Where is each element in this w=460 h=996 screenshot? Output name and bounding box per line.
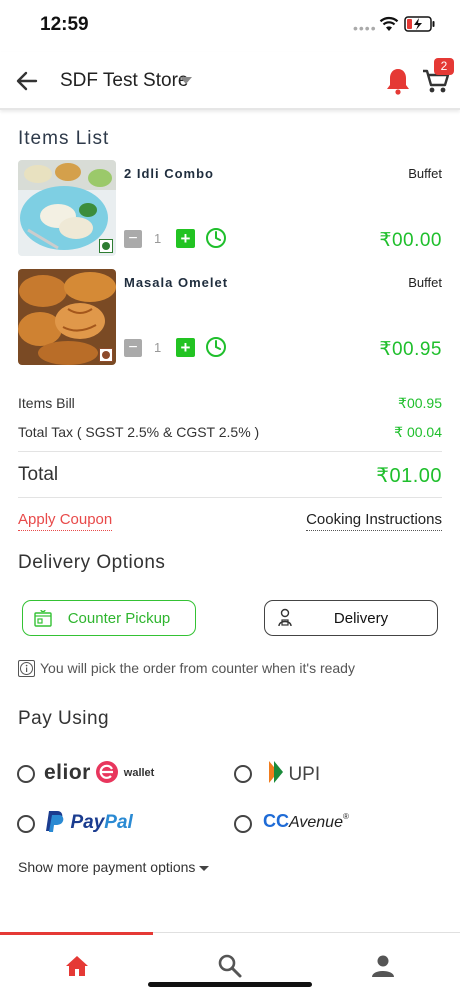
elior-e-icon xyxy=(96,761,119,783)
bell-icon[interactable] xyxy=(385,67,411,95)
upi-logo[interactable]: UPI xyxy=(266,760,320,786)
items-bill-value: ₹00.95 xyxy=(398,395,442,411)
info-icon xyxy=(18,660,35,677)
elior-brand-text: elior xyxy=(44,761,91,784)
counter-pickup-button[interactable]: Counter Pickup xyxy=(22,600,196,636)
status-time: 12:59 xyxy=(40,14,89,35)
total-row: Total ₹01.00 xyxy=(18,464,442,487)
ccavenue-avenue-text: Avenue xyxy=(289,814,343,831)
battery-icon xyxy=(404,16,435,32)
elior-wallet-logo[interactable]: elior wallet xyxy=(44,760,154,785)
tax-label: Total Tax ( SGST 2.5% & CGST 2.5% ) xyxy=(18,424,260,440)
delivery-person-icon xyxy=(278,608,292,627)
total-label: Total xyxy=(18,464,59,485)
item-name: 2 Idli Combo xyxy=(124,166,214,181)
item-tag: Buffet xyxy=(408,166,442,181)
quantity-increase-button[interactable]: + xyxy=(176,338,195,357)
item-price: ₹00.00 xyxy=(379,230,442,251)
app-header: SDF Test Store 2 xyxy=(0,52,460,110)
back-arrow-icon[interactable] xyxy=(14,68,40,94)
store-selector[interactable]: SDF Test Store xyxy=(60,70,188,92)
upi-radio[interactable] xyxy=(234,765,252,783)
paypal-pal-text: Pal xyxy=(104,812,133,833)
cooking-instructions-link[interactable]: Cooking Instructions xyxy=(306,511,442,531)
ccavenue-logo[interactable]: CCAvenue® xyxy=(263,811,349,832)
chevron-down-icon[interactable] xyxy=(180,77,192,84)
apply-coupon-link[interactable]: Apply Coupon xyxy=(18,511,113,531)
divider xyxy=(18,497,442,498)
show-more-payment-options[interactable]: Show more payment options xyxy=(18,859,210,875)
paypal-p-icon xyxy=(46,811,64,832)
clock-icon[interactable] xyxy=(205,336,227,358)
pickup-note: You will pick the order from counter whe… xyxy=(40,660,355,676)
caret-down-icon xyxy=(199,865,210,871)
upi-arrow-icon xyxy=(269,761,283,783)
elior-wallet-radio[interactable] xyxy=(17,765,35,783)
home-icon[interactable] xyxy=(64,953,90,979)
show-more-label: Show more payment options xyxy=(18,859,196,875)
quantity-value: 1 xyxy=(154,231,162,246)
clock-icon[interactable] xyxy=(205,227,227,249)
paypal-pay-text: Pay xyxy=(70,812,105,833)
item-tag: Buffet xyxy=(408,275,442,290)
active-tab-indicator xyxy=(0,932,153,935)
item-image xyxy=(18,160,116,256)
profile-icon[interactable] xyxy=(370,953,396,979)
registered-mark-icon: ® xyxy=(342,812,349,821)
elior-wallet-text: wallet xyxy=(123,767,155,779)
list-item: Masala Omelet Buffet − 1 + ₹00.95 xyxy=(18,269,442,369)
quantity-value: 1 xyxy=(154,340,162,355)
store-icon xyxy=(34,609,52,627)
divider xyxy=(18,451,442,452)
tax-row: Total Tax ( SGST 2.5% & CGST 2.5% ) ₹ 00… xyxy=(18,424,442,440)
ccavenue-radio[interactable] xyxy=(234,815,252,833)
signal-dots-icon: •••• xyxy=(353,20,377,36)
item-image xyxy=(18,269,116,365)
item-price: ₹00.95 xyxy=(379,339,442,360)
pay-using-title: Pay Using xyxy=(18,708,110,729)
quantity-decrease-button[interactable]: − xyxy=(124,339,142,357)
home-indicator xyxy=(148,982,312,987)
list-item: 2 Idli Combo Buffet − 1 + ₹00.00 xyxy=(18,160,442,260)
items-list-title: Items List xyxy=(18,128,110,149)
item-name: Masala Omelet xyxy=(124,275,229,290)
items-bill-row: Items Bill ₹00.95 xyxy=(18,395,442,411)
delivery-button[interactable]: Delivery xyxy=(264,600,438,636)
veg-indicator-icon xyxy=(99,239,113,253)
status-bar: 12:59 •••• xyxy=(0,0,460,50)
cart-count-badge: 2 xyxy=(434,58,454,75)
non-veg-indicator-icon xyxy=(99,348,113,362)
upi-text: UPI xyxy=(288,764,321,785)
ccavenue-cc-text: CC xyxy=(263,811,289,831)
wifi-icon xyxy=(379,16,399,31)
delivery-options-title: Delivery Options xyxy=(18,552,166,573)
search-icon[interactable] xyxy=(217,953,243,979)
total-value: ₹01.00 xyxy=(376,465,442,487)
paypal-radio[interactable] xyxy=(17,815,35,833)
tax-value: ₹ 00.04 xyxy=(394,424,442,440)
quantity-increase-button[interactable]: + xyxy=(176,229,195,248)
items-bill-label: Items Bill xyxy=(18,395,75,411)
paypal-logo[interactable]: PayPal xyxy=(44,809,133,834)
quantity-decrease-button[interactable]: − xyxy=(124,230,142,248)
